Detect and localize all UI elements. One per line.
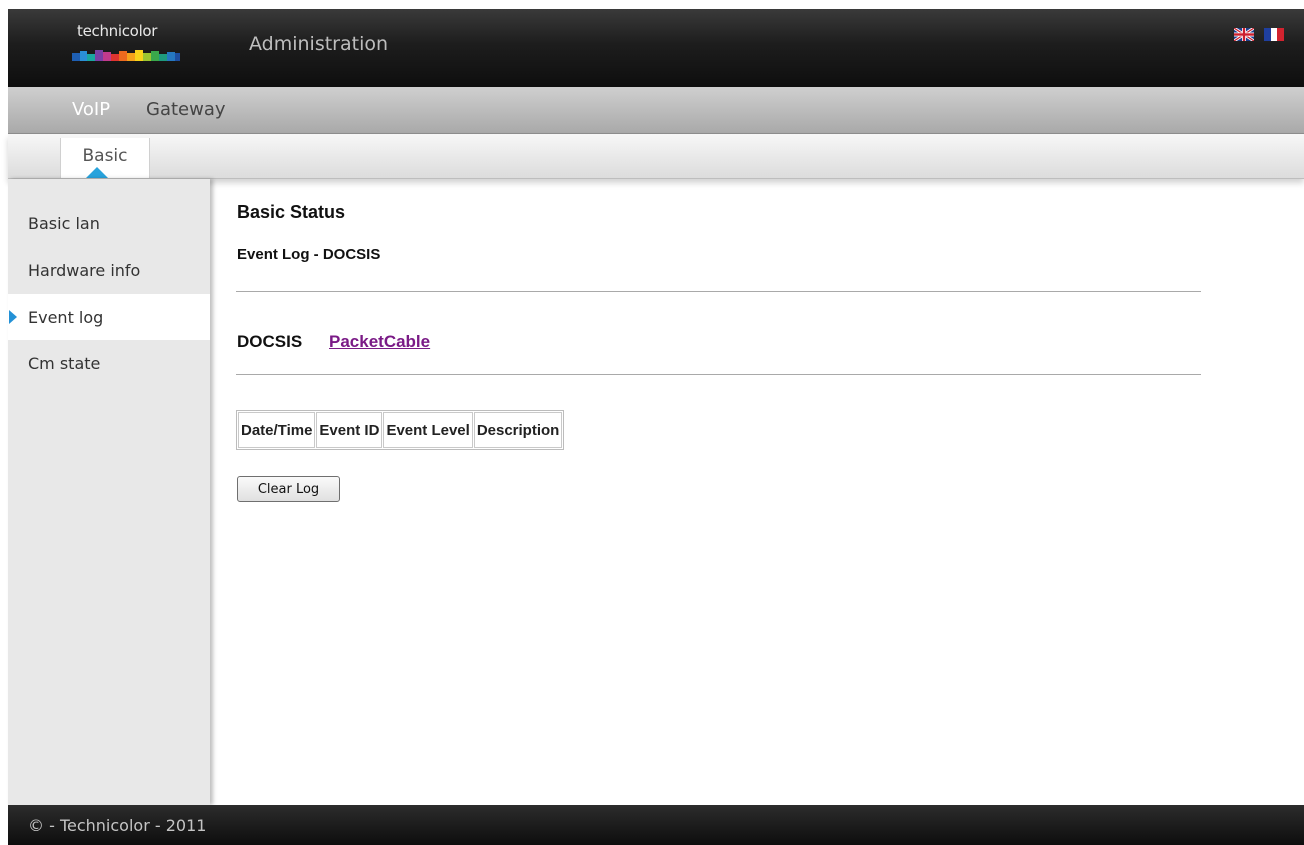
log-type-current: DOCSIS: [237, 332, 303, 351]
technicolor-logo: technicolor: [72, 22, 182, 62]
uk-flag-icon[interactable]: [1234, 28, 1254, 41]
clear-log-button[interactable]: Clear Log: [237, 476, 340, 502]
divider: [236, 374, 1201, 375]
secondary-nav: Basic: [8, 134, 1304, 179]
header-bar: technicolor Administration: [8, 9, 1304, 87]
table-header-row: Date/Time Event ID Event Level Descripti…: [238, 412, 563, 448]
column-header-description: Description: [473, 412, 563, 448]
sidebar-item-label: Cm state: [28, 354, 101, 373]
section-title: Event Log - DOCSIS: [237, 246, 381, 263]
column-header-event-level: Event Level: [383, 412, 473, 448]
logo-text: technicolor: [77, 22, 158, 40]
sidebar-item-basic-lan[interactable]: Basic lan: [8, 200, 210, 246]
fr-flag-icon[interactable]: [1264, 28, 1284, 41]
logo-color-stripe-icon: [72, 50, 180, 61]
tab-basic-label: Basic: [82, 146, 128, 166]
active-tab-indicator-icon: [86, 167, 108, 178]
column-header-datetime: Date/Time: [238, 412, 316, 448]
sidebar: Basic lan Hardware info Event log Cm sta…: [8, 179, 210, 805]
app-title: Administration: [249, 33, 389, 55]
nav-voip[interactable]: VoIP: [72, 99, 110, 120]
sidebar-item-label: Basic lan: [28, 214, 100, 233]
sidebar-item-cm-state[interactable]: Cm state: [8, 340, 210, 386]
primary-nav: VoIP Gateway: [8, 87, 1304, 134]
nav-gateway[interactable]: Gateway: [146, 99, 226, 120]
active-caret-icon: [9, 310, 17, 324]
packetcable-link[interactable]: PacketCable: [329, 332, 430, 352]
sidebar-item-label: Event log: [28, 308, 104, 327]
page-title: Basic Status: [237, 202, 346, 222]
page-margin: [0, 0, 8, 845]
column-header-event-id: Event ID: [316, 412, 383, 448]
event-log-table: Date/Time Event ID Event Level Descripti…: [236, 410, 565, 450]
footer: © - Technicolor - 2011: [8, 805, 1304, 845]
sidebar-item-hardware-info[interactable]: Hardware info: [8, 247, 210, 293]
sidebar-item-event-log[interactable]: Event log: [8, 294, 210, 340]
divider: [236, 291, 1201, 292]
sidebar-item-label: Hardware info: [28, 261, 141, 280]
copyright-text: © - Technicolor - 2011: [28, 816, 207, 835]
